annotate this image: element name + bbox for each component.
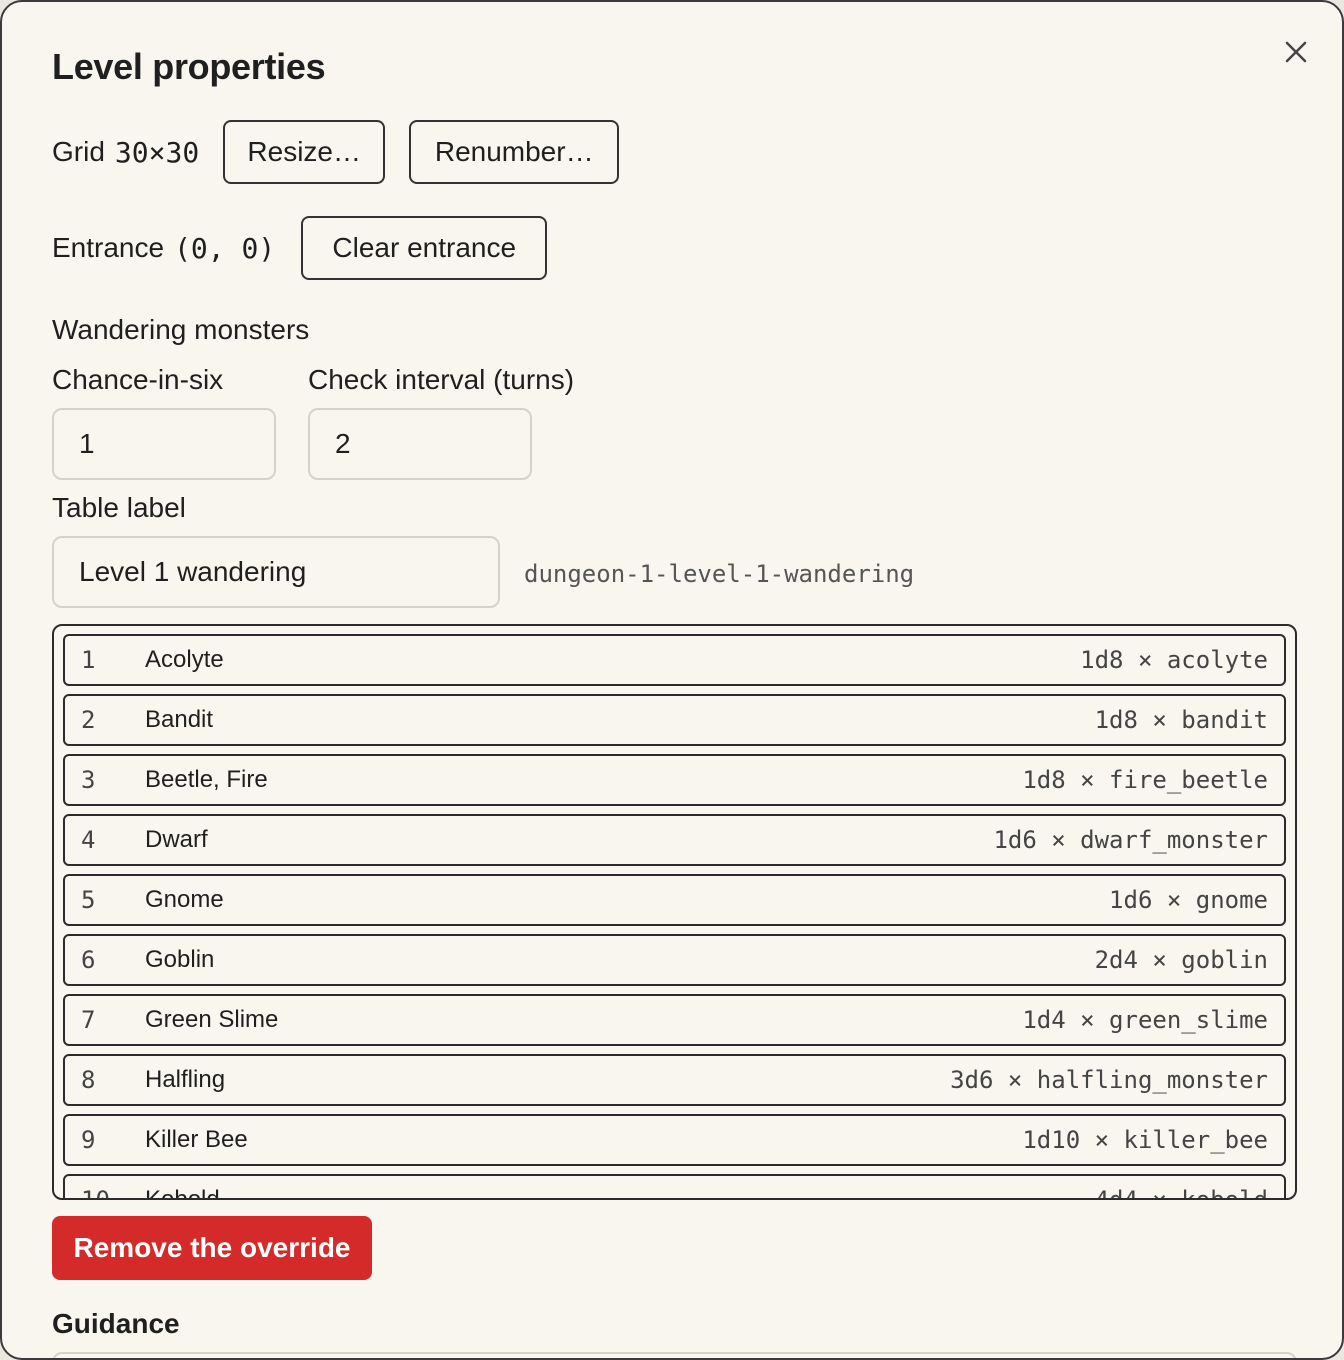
table-row[interactable]: 1 Acolyte 1d8 × acolyte	[63, 634, 1286, 686]
row-name: Acolyte	[145, 646, 224, 673]
row-number: 7	[81, 1006, 96, 1034]
guidance-heading: Guidance	[52, 1308, 180, 1339]
table-row[interactable]: 6 Goblin 2d4 × goblin	[63, 934, 1286, 986]
renumber-button[interactable]: Renumber…	[409, 120, 620, 184]
wandering-monsters-heading: Wandering monsters	[52, 314, 310, 345]
check-interval-label: Check interval (turns)	[308, 364, 575, 395]
table-row[interactable]: 3 Beetle, Fire 1d8 × fire_beetle	[63, 754, 1286, 806]
row-spec: 1d8 × acolyte	[1080, 646, 1268, 674]
row-spec: 2d4 × goblin	[1094, 946, 1268, 974]
check-interval-input[interactable]: 2	[308, 408, 532, 480]
chance-in-six-input[interactable]: 1	[52, 408, 276, 480]
entrance-label: Entrance	[52, 232, 165, 263]
resize-button[interactable]: Resize…	[223, 120, 386, 184]
guidance-field[interactable]	[52, 1352, 1297, 1358]
table-row[interactable]: 9 Killer Bee 1d10 × killer_bee	[63, 1114, 1286, 1166]
row-number: 4	[81, 826, 96, 854]
row-spec: 1d10 × killer_bee	[1022, 1126, 1268, 1154]
clear-entrance-button[interactable]: Clear entrance	[301, 216, 548, 280]
table-label-heading: Table label	[52, 492, 186, 523]
table-row[interactable]: 10 Kobold 4d4 × kobold	[63, 1174, 1286, 1200]
row-number: 5	[81, 886, 96, 914]
row-name: Halfling	[145, 1066, 226, 1093]
row-number: 10	[81, 1186, 110, 1200]
row-number: 3	[81, 766, 96, 794]
entrance-row: Entrance (0, 0) Clear entrance	[52, 216, 548, 280]
row-name: Green Slime	[145, 1006, 279, 1033]
table-row[interactable]: 4 Dwarf 1d6 × dwarf_monster	[63, 814, 1286, 866]
grid-label: Grid	[52, 136, 105, 167]
row-spec: 1d6 × dwarf_monster	[993, 826, 1268, 854]
table-row[interactable]: 8 Halfling 3d6 × halfling_monster	[63, 1054, 1286, 1106]
row-spec: 1d8 × bandit	[1094, 706, 1268, 734]
table-row[interactable]: 7 Green Slime 1d4 × green_slime	[63, 994, 1286, 1046]
table-row[interactable]: 2 Bandit 1d8 × bandit	[63, 694, 1286, 746]
chance-in-six-label: Chance-in-six	[52, 364, 224, 395]
row-spec: 1d4 × green_slime	[1022, 1006, 1268, 1034]
row-spec: 3d6 × halfling_monster	[950, 1066, 1268, 1094]
level-properties-dialog: Level properties Grid 30×30 Resize… Renu…	[0, 0, 1344, 1360]
row-number: 1	[81, 646, 96, 674]
table-label-input[interactable]: Level 1 wandering	[52, 536, 500, 608]
row-name: Kobold	[145, 1186, 220, 1200]
close-icon[interactable]	[1279, 35, 1313, 69]
entrance-coords: (0, 0)	[174, 231, 276, 265]
row-number: 8	[81, 1066, 96, 1094]
row-number: 2	[81, 706, 96, 734]
row-name: Gnome	[145, 886, 224, 913]
table-row[interactable]: 5 Gnome 1d6 × gnome	[63, 874, 1286, 926]
row-number: 9	[81, 1126, 96, 1154]
row-name: Dwarf	[145, 826, 208, 853]
remove-override-button[interactable]: Remove the override	[52, 1216, 372, 1280]
grid-row: Grid 30×30 Resize… Renumber…	[52, 120, 620, 184]
row-name: Beetle, Fire	[145, 766, 268, 793]
row-name: Goblin	[145, 946, 215, 973]
wandering-table[interactable]: 1 Acolyte 1d8 × acolyte 2 Bandit 1d8 × b…	[52, 624, 1297, 1200]
row-spec: 1d6 × gnome	[1109, 886, 1268, 914]
row-name: Bandit	[145, 706, 214, 733]
table-slug: dungeon-1-level-1-wandering	[524, 560, 915, 588]
dialog-title: Level properties	[52, 46, 326, 87]
row-spec: 4d4 × kobold	[1094, 1186, 1268, 1200]
grid-size: 30×30	[114, 135, 200, 169]
row-number: 6	[81, 946, 96, 974]
row-spec: 1d8 × fire_beetle	[1022, 766, 1268, 794]
row-name: Killer Bee	[145, 1126, 248, 1153]
